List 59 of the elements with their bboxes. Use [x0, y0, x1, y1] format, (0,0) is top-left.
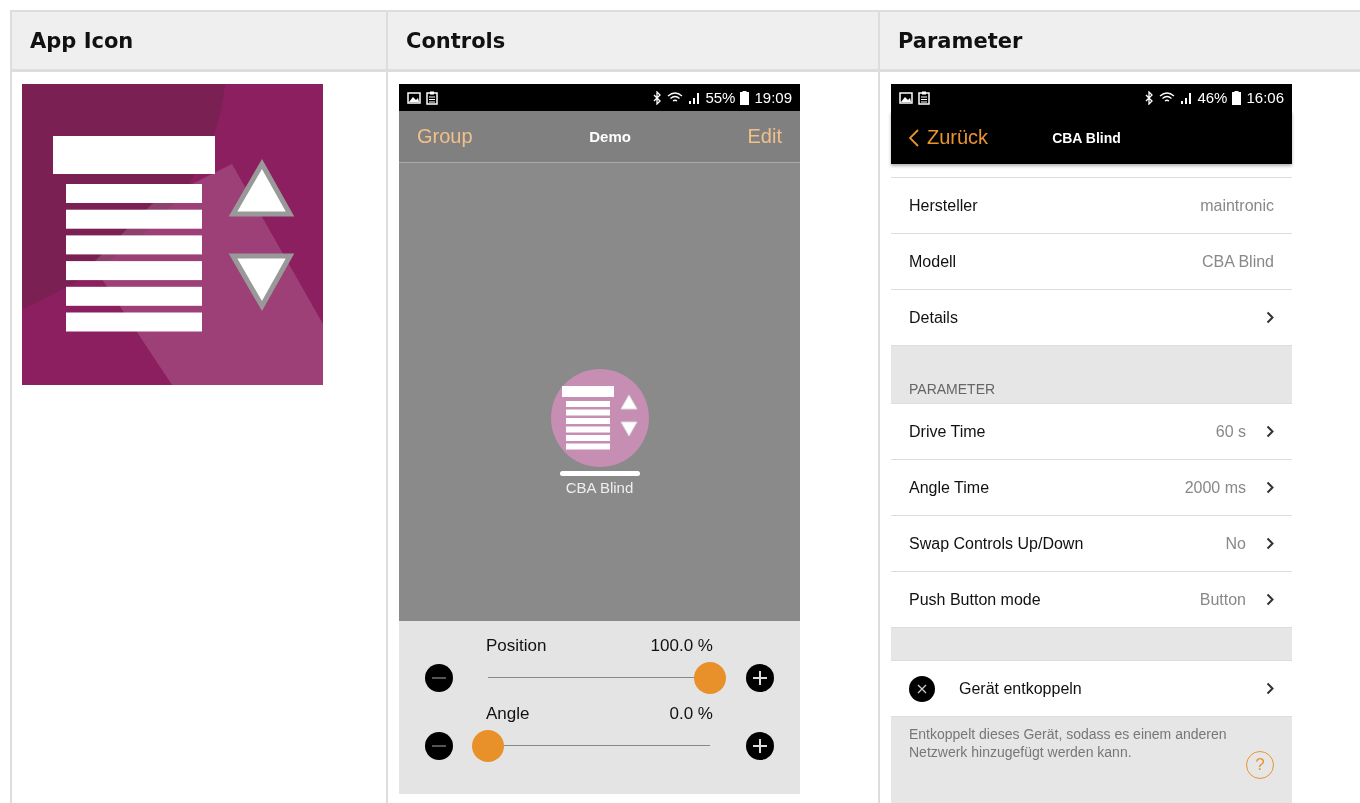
chevron-right-icon [1266, 682, 1274, 695]
row-label: Gerät entkoppeln [959, 679, 1083, 698]
plus-icon[interactable] [746, 664, 774, 692]
chevron-right-icon [1266, 311, 1274, 324]
chevron-right-icon [1266, 481, 1274, 494]
plus-icon[interactable] [746, 732, 774, 760]
chevron-right-icon [1266, 593, 1274, 606]
chevron-right-icon [1266, 537, 1274, 550]
row-value: 60 s [1215, 422, 1246, 441]
bluetooth-icon [1144, 90, 1155, 105]
battery-percent: 46% [1197, 89, 1228, 106]
image-icon [407, 91, 421, 104]
clock-time: 19:09 [754, 89, 792, 106]
minus-icon[interactable] [425, 664, 453, 692]
bluetooth-icon [652, 90, 663, 105]
screen-title: Demo [589, 128, 631, 145]
row-label: Push Button mode [909, 590, 1042, 609]
signal-icon [1180, 91, 1193, 104]
battery-percent: 55% [705, 89, 736, 106]
minus-icon[interactable] [425, 732, 453, 760]
close-circle-icon [909, 675, 935, 702]
column-header: App Icon [12, 10, 388, 72]
slider-thumb[interactable] [472, 730, 504, 762]
slider-label: Angle [486, 704, 530, 724]
clipboard-icon [918, 90, 930, 105]
row-label: Modell [909, 252, 958, 271]
screen-title: CBA Blind [1052, 129, 1121, 146]
chevron-right-icon [1266, 425, 1274, 438]
wifi-icon [667, 91, 684, 104]
row-label: Hersteller [909, 196, 979, 215]
blind-device-icon[interactable] [550, 368, 649, 467]
clock-time: 16:06 [1246, 89, 1284, 106]
blind-app-icon [22, 84, 323, 385]
signal-icon [688, 91, 701, 104]
row-label: Drive Time [909, 422, 987, 441]
row-label: Details [909, 308, 959, 327]
column-header: Controls [388, 10, 880, 72]
slider-thumb[interactable] [694, 662, 726, 694]
footer-note: Entkoppelt dieses Gerät, sodass es einem anderen Netzwerk hinzugefügt werden kann. [909, 725, 1228, 761]
back-chevron-icon [909, 128, 919, 147]
back-link[interactable]: Zurück [909, 126, 989, 149]
section-header: PARAMETER [909, 381, 996, 397]
row-label: Swap Controls Up/Down [909, 534, 1085, 553]
slider-reading: 0.0 % [669, 704, 713, 724]
wifi-icon [1159, 91, 1176, 104]
row-value: maintronic [1200, 196, 1274, 215]
battery-icon [740, 90, 750, 105]
column-header: Parameter [880, 10, 1360, 72]
clipboard-icon [426, 90, 438, 105]
row-value: No [1225, 534, 1246, 553]
battery-icon [1232, 90, 1242, 105]
slider-label: Position [486, 636, 547, 656]
image-icon [899, 91, 913, 104]
row-value: 2000 ms [1184, 478, 1246, 497]
slider-reading: 100.0 % [650, 636, 713, 656]
row-value: Button [1199, 590, 1246, 609]
row-label: Angle Time [909, 478, 991, 497]
row-value: CBA Blind [1201, 252, 1274, 271]
device-name: CBA Blind [565, 478, 634, 496]
